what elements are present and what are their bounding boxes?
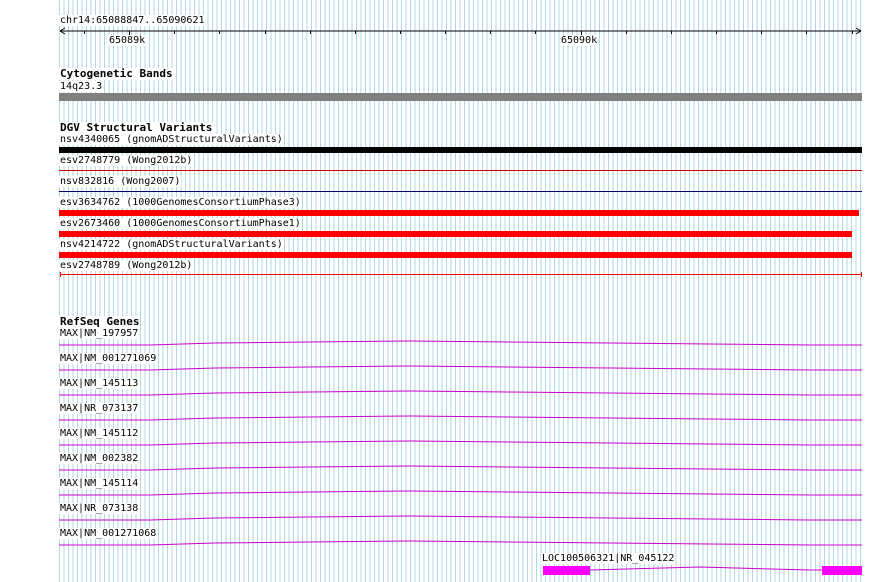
dgv-feature-5-label[interactable]: esv2673460 (1000GenomesConsortiumPhase1) bbox=[59, 218, 302, 229]
refseq-transcript-8-label[interactable]: MAX|NR_073138 bbox=[59, 503, 140, 514]
dgv-feature-1-bar[interactable] bbox=[59, 147, 862, 153]
refseq-transcript-9-label[interactable]: MAX|NM_001271068 bbox=[59, 528, 158, 539]
cytoband-track-title[interactable]: Cytogenetic Bands bbox=[59, 68, 174, 80]
refseq-transcript-lines[interactable] bbox=[59, 340, 862, 546]
cytoband-label[interactable]: 14q23.3 bbox=[59, 81, 104, 92]
dgv-feature-3-bar[interactable] bbox=[59, 191, 862, 192]
refseq-transcript-9-line[interactable] bbox=[59, 540, 862, 546]
dgv-feature-2-label[interactable]: esv2748779 (Wong2012b) bbox=[59, 155, 194, 166]
ruler-tick-marks bbox=[84, 31, 853, 38]
refseq-transcript-5-line[interactable] bbox=[59, 440, 862, 446]
track-graphics bbox=[59, 27, 862, 575]
loc-gene-model[interactable] bbox=[543, 566, 862, 575]
refseq-track-title[interactable]: RefSeq Genes bbox=[59, 316, 141, 328]
refseq-transcript-7-line[interactable] bbox=[59, 490, 862, 496]
dgv-feature-7-bar[interactable] bbox=[60, 272, 862, 277]
dgv-feature-2-bar[interactable] bbox=[59, 170, 862, 171]
dgv-feature-3-label[interactable]: nsv832816 (Wong2007) bbox=[59, 176, 182, 187]
dgv-feature-1-label[interactable]: nsv4340065 (gnomADStructuralVariants) bbox=[59, 134, 284, 145]
refseq-transcript-1-label[interactable]: MAX|NM_197957 bbox=[59, 328, 140, 339]
dgv-feature-6-label[interactable]: nsv4214722 (gnomADStructuralVariants) bbox=[59, 239, 284, 250]
refseq-transcript-2-label[interactable]: MAX|NM_001271069 bbox=[59, 353, 158, 364]
refseq-transcript-3-label[interactable]: MAX|NM_145113 bbox=[59, 378, 140, 389]
dgv-track-title[interactable]: DGV Structural Variants bbox=[59, 122, 214, 134]
refseq-transcript-6-line[interactable] bbox=[59, 465, 862, 471]
loc-gene-label[interactable]: LOC100506321|NR_045122 bbox=[541, 553, 676, 564]
refseq-transcript-1-line[interactable] bbox=[59, 340, 862, 346]
dgv-feature-4-bar[interactable] bbox=[59, 210, 859, 216]
refseq-transcript-6-label[interactable]: MAX|NM_002382 bbox=[59, 453, 140, 464]
refseq-transcript-4-label[interactable]: MAX|NR_073137 bbox=[59, 403, 140, 414]
position-label: chr14:65088847..65090621 bbox=[59, 15, 206, 26]
cytoband-bar[interactable] bbox=[59, 93, 862, 101]
refseq-transcript-3-line[interactable] bbox=[59, 390, 862, 396]
dgv-feature-6-bar[interactable] bbox=[59, 252, 852, 258]
dgv-feature-7-label[interactable]: esv2748789 (Wong2012b) bbox=[59, 260, 194, 271]
dgv-feature-5-bar[interactable] bbox=[59, 231, 852, 237]
refseq-transcript-7-label[interactable]: MAX|NM_145114 bbox=[59, 478, 140, 489]
refseq-transcript-8-line[interactable] bbox=[59, 515, 862, 521]
refseq-transcript-5-label[interactable]: MAX|NM_145112 bbox=[59, 428, 140, 439]
tick-label-65090k: 65090k bbox=[560, 35, 599, 46]
refseq-transcript-4-line[interactable] bbox=[59, 415, 862, 421]
dgv-feature-4-label[interactable]: esv3634762 (1000GenomesConsortiumPhase3) bbox=[59, 197, 302, 208]
refseq-transcript-2-line[interactable] bbox=[59, 365, 862, 371]
tick-label-65089k: 65089k bbox=[108, 35, 147, 46]
